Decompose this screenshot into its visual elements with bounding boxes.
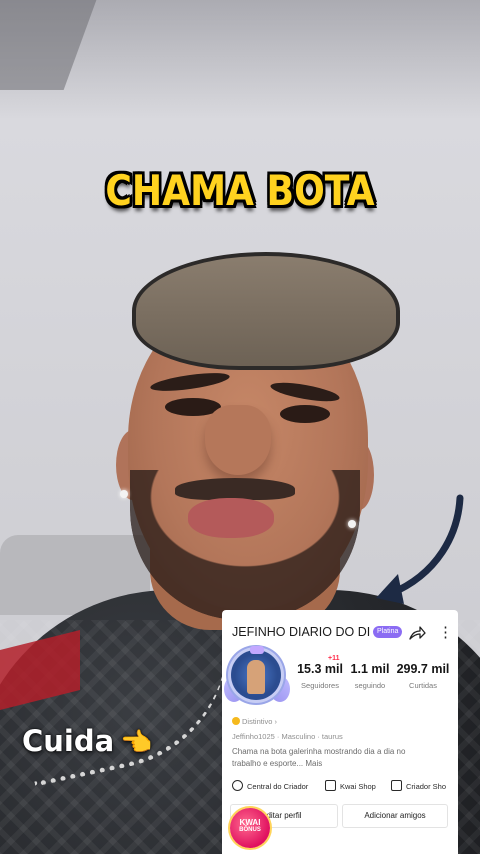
- distintivo-link[interactable]: Distintivo ›: [232, 717, 277, 726]
- likes-count: 299.7 mil: [396, 662, 450, 676]
- earring-right: [348, 520, 356, 528]
- profile-meta: Jeffinho1025 · Masculino · taurus: [232, 732, 343, 741]
- mustache: [175, 478, 295, 500]
- platinum-badge: Platina: [373, 626, 403, 638]
- creator-shop-link[interactable]: Criador Sho: [391, 780, 446, 791]
- kwai-bonus-button[interactable]: KWAI BÔNUS: [230, 808, 270, 848]
- creator-icon: [232, 780, 243, 791]
- cap: [132, 252, 400, 370]
- store-icon: [391, 780, 402, 791]
- profile-header: JEFINHO DIARIO DO DI Platina ⋮: [232, 624, 453, 643]
- stat-likes[interactable]: 299.7 mil Curtidas: [396, 662, 450, 690]
- creator-links: Central do Criador Kwai Shop Criador Sho: [232, 780, 458, 794]
- more-vertical-icon[interactable]: ⋮: [438, 624, 453, 642]
- stat-followers[interactable]: 15.3 mil Seguidores: [296, 662, 344, 690]
- stat-following[interactable]: 1.1 mil seguindo: [348, 662, 392, 690]
- kwai-bonus-line1: KWAI: [239, 818, 261, 827]
- followers-label: Seguidores: [301, 681, 339, 690]
- avatar[interactable]: [224, 646, 290, 712]
- avatar-frame-crown: [250, 646, 264, 654]
- creator-shop-label: Criador Sho: [406, 782, 447, 791]
- eye-right: [280, 405, 330, 423]
- likes-label: Curtidas: [409, 681, 437, 690]
- shopping-bag-icon: [325, 780, 336, 791]
- kwai-shop-label: Kwai Shop: [340, 782, 376, 791]
- kwai-shop-link[interactable]: Kwai Shop: [325, 780, 376, 791]
- profile-bio[interactable]: Chama na bota galerinha mostrando dia a …: [232, 746, 432, 770]
- distintivo-icon: [232, 717, 240, 725]
- kwai-bonus-line2: BÔNUS: [239, 827, 261, 833]
- profile-name: JEFINHO DIARIO DO DI: [232, 625, 371, 639]
- creator-center-link[interactable]: Central do Criador: [232, 780, 308, 791]
- title-overlay-text: CHAMA BOTA: [105, 166, 375, 215]
- arrow-icon: [376, 494, 464, 604]
- creator-center-label: Central do Criador: [247, 782, 309, 791]
- earring-left: [120, 490, 128, 498]
- distintivo-label: Distintivo: [242, 717, 273, 726]
- caption-text: Cuida: [22, 724, 115, 758]
- following-label: seguindo: [354, 681, 386, 690]
- share-arrow-icon[interactable]: [408, 624, 426, 642]
- lips: [188, 498, 274, 538]
- following-count: 1.1 mil: [350, 662, 390, 676]
- new-followers-badge: +11: [328, 655, 340, 662]
- add-friends-button[interactable]: Adicionar amigos: [342, 804, 448, 828]
- avatar-person: [247, 660, 265, 694]
- pointing-hand-icon: 👈: [120, 728, 153, 758]
- caption-overlay: Cuida 👈: [22, 724, 153, 758]
- followers-count: 15.3 mil: [297, 662, 343, 676]
- nose: [205, 405, 271, 475]
